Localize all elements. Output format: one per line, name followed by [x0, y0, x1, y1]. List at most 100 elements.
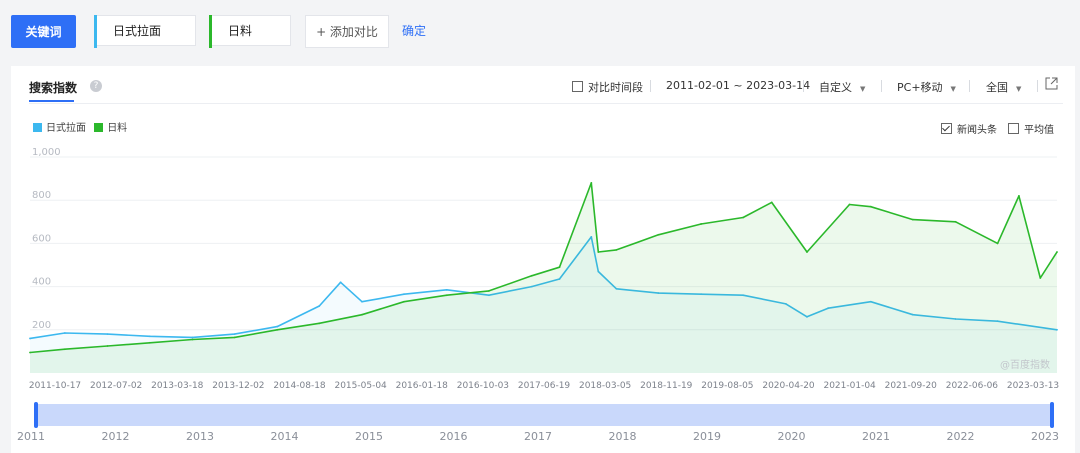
x-tick-label: 2019-08-05	[701, 381, 753, 391]
slider-selection[interactable]	[35, 404, 1051, 426]
panel-title[interactable]: 搜索指数	[29, 79, 77, 96]
data-point[interactable]	[770, 201, 773, 204]
keyword-1-text: 日式拉面	[113, 24, 162, 38]
compare-period-label: 对比时间段	[588, 81, 643, 94]
data-point[interactable]	[597, 251, 600, 253]
data-point[interactable]	[148, 335, 151, 338]
slider-year-label: 2019	[693, 430, 721, 443]
slider-year-label: 2013	[186, 430, 214, 443]
data-point[interactable]	[29, 337, 31, 340]
data-point[interactable]	[848, 203, 851, 206]
data-point[interactable]	[191, 338, 194, 341]
data-point[interactable]	[403, 300, 405, 303]
data-point[interactable]	[954, 220, 957, 223]
data-point[interactable]	[1056, 251, 1058, 253]
divider	[29, 103, 1063, 104]
data-point[interactable]	[233, 333, 236, 336]
data-point[interactable]	[318, 305, 321, 307]
slider-year-label: 2011	[17, 430, 45, 443]
compare-period-checkbox[interactable]: 对比时间段	[572, 79, 643, 95]
data-point[interactable]	[191, 336, 194, 339]
keyword-input-2[interactable]: 日料	[209, 15, 291, 48]
keyword-bar: 关键词 日式拉面 日料 + 添加对比 确定	[0, 0, 1080, 64]
keyword-2-text: 日料	[228, 24, 253, 38]
date-range-picker[interactable]: 2011-02-01 ~ 2023-03-14	[666, 79, 810, 92]
news-headline-checkbox[interactable]: 新闻头条	[941, 121, 997, 136]
confirm-button[interactable]: 确定	[402, 22, 426, 39]
data-point[interactable]	[806, 251, 808, 253]
data-point[interactable]	[590, 182, 593, 184]
data-point[interactable]	[63, 348, 66, 351]
data-point[interactable]	[558, 266, 561, 269]
data-point[interactable]	[445, 288, 448, 291]
data-point[interactable]	[869, 205, 872, 208]
separator	[881, 80, 882, 92]
data-point[interactable]	[615, 248, 618, 251]
x-tick-label: 2014-08-18	[273, 381, 326, 391]
news-headline-label: 新闻头条	[957, 125, 997, 136]
data-point[interactable]	[1018, 194, 1020, 197]
data-point[interactable]	[106, 345, 109, 347]
keyword-button[interactable]: 关键词	[11, 15, 76, 48]
device-select[interactable]: PC+移动 ▼	[897, 79, 956, 95]
checkbox-icon	[1008, 123, 1019, 134]
data-point[interactable]	[318, 322, 321, 325]
slider-right-handle[interactable]	[1050, 402, 1054, 428]
separator	[803, 80, 804, 92]
data-point[interactable]	[29, 351, 31, 354]
search-index-chart[interactable]: 1,000 800 600 400 200 2011-10-17 2012-07-02 201…	[0, 140, 1060, 400]
x-tick-label: 2021-01-04	[823, 381, 876, 391]
y-tick-label: 600	[32, 233, 51, 244]
data-point[interactable]	[445, 294, 448, 297]
data-point[interactable]	[996, 242, 999, 245]
external-link-icon[interactable]	[1045, 77, 1058, 93]
caret-down-icon: ▼	[1016, 85, 1022, 93]
device-label: PC+移动	[897, 81, 943, 94]
keyword-input-1[interactable]: 日式拉面	[94, 15, 196, 48]
average-checkbox[interactable]: 平均值	[1008, 121, 1054, 136]
separator	[969, 80, 970, 92]
data-point[interactable]	[339, 281, 342, 284]
keyword-color-bar	[94, 15, 97, 48]
x-tick-label: 2018-03-05	[579, 381, 631, 391]
question-circle-icon[interactable]: ?	[90, 80, 102, 92]
data-point[interactable]	[148, 341, 151, 344]
data-point[interactable]	[233, 336, 236, 339]
data-point[interactable]	[106, 333, 109, 336]
x-tick-label: 2011-10-17	[29, 381, 81, 391]
x-tick-label: 2018-11-19	[640, 381, 693, 391]
legend-item-2[interactable]: 日料	[94, 123, 127, 134]
time-range-slider[interactable]	[32, 400, 1054, 428]
data-point[interactable]	[911, 218, 914, 221]
data-point[interactable]	[361, 300, 363, 303]
data-point[interactable]	[361, 313, 363, 316]
x-tick-label: 2016-10-03	[457, 381, 509, 391]
slider-year-label: 2015	[355, 430, 383, 443]
slider-year-label: 2020	[777, 430, 806, 443]
average-label: 平均值	[1024, 125, 1054, 136]
data-point[interactable]	[403, 293, 405, 296]
slider-left-handle[interactable]	[34, 402, 38, 428]
custom-range-select[interactable]: 自定义 ▼	[819, 79, 865, 95]
y-tick-label: 200	[32, 320, 51, 331]
data-point[interactable]	[63, 332, 66, 334]
data-point[interactable]	[488, 290, 490, 292]
x-tick-label: 2023-03-13	[1007, 381, 1059, 391]
slider-year-label: 2021	[862, 430, 890, 443]
data-point[interactable]	[276, 328, 279, 331]
legend-label: 日料	[107, 123, 128, 134]
legend-item-1[interactable]: 日式拉面	[33, 123, 86, 134]
data-point[interactable]	[657, 233, 660, 236]
data-point[interactable]	[276, 325, 279, 328]
data-point[interactable]	[700, 223, 703, 225]
data-point[interactable]	[530, 274, 533, 277]
keyword-color-bar	[209, 15, 212, 48]
add-compare-button[interactable]: + 添加对比	[305, 15, 389, 48]
data-point[interactable]	[742, 216, 745, 219]
legend-swatch	[33, 123, 42, 132]
separator	[1037, 80, 1038, 92]
x-tick-label: 2016-01-18	[396, 381, 449, 391]
data-point[interactable]	[1039, 277, 1042, 279]
caret-down-icon: ▼	[860, 85, 866, 93]
region-select[interactable]: 全国 ▼	[986, 79, 1021, 95]
